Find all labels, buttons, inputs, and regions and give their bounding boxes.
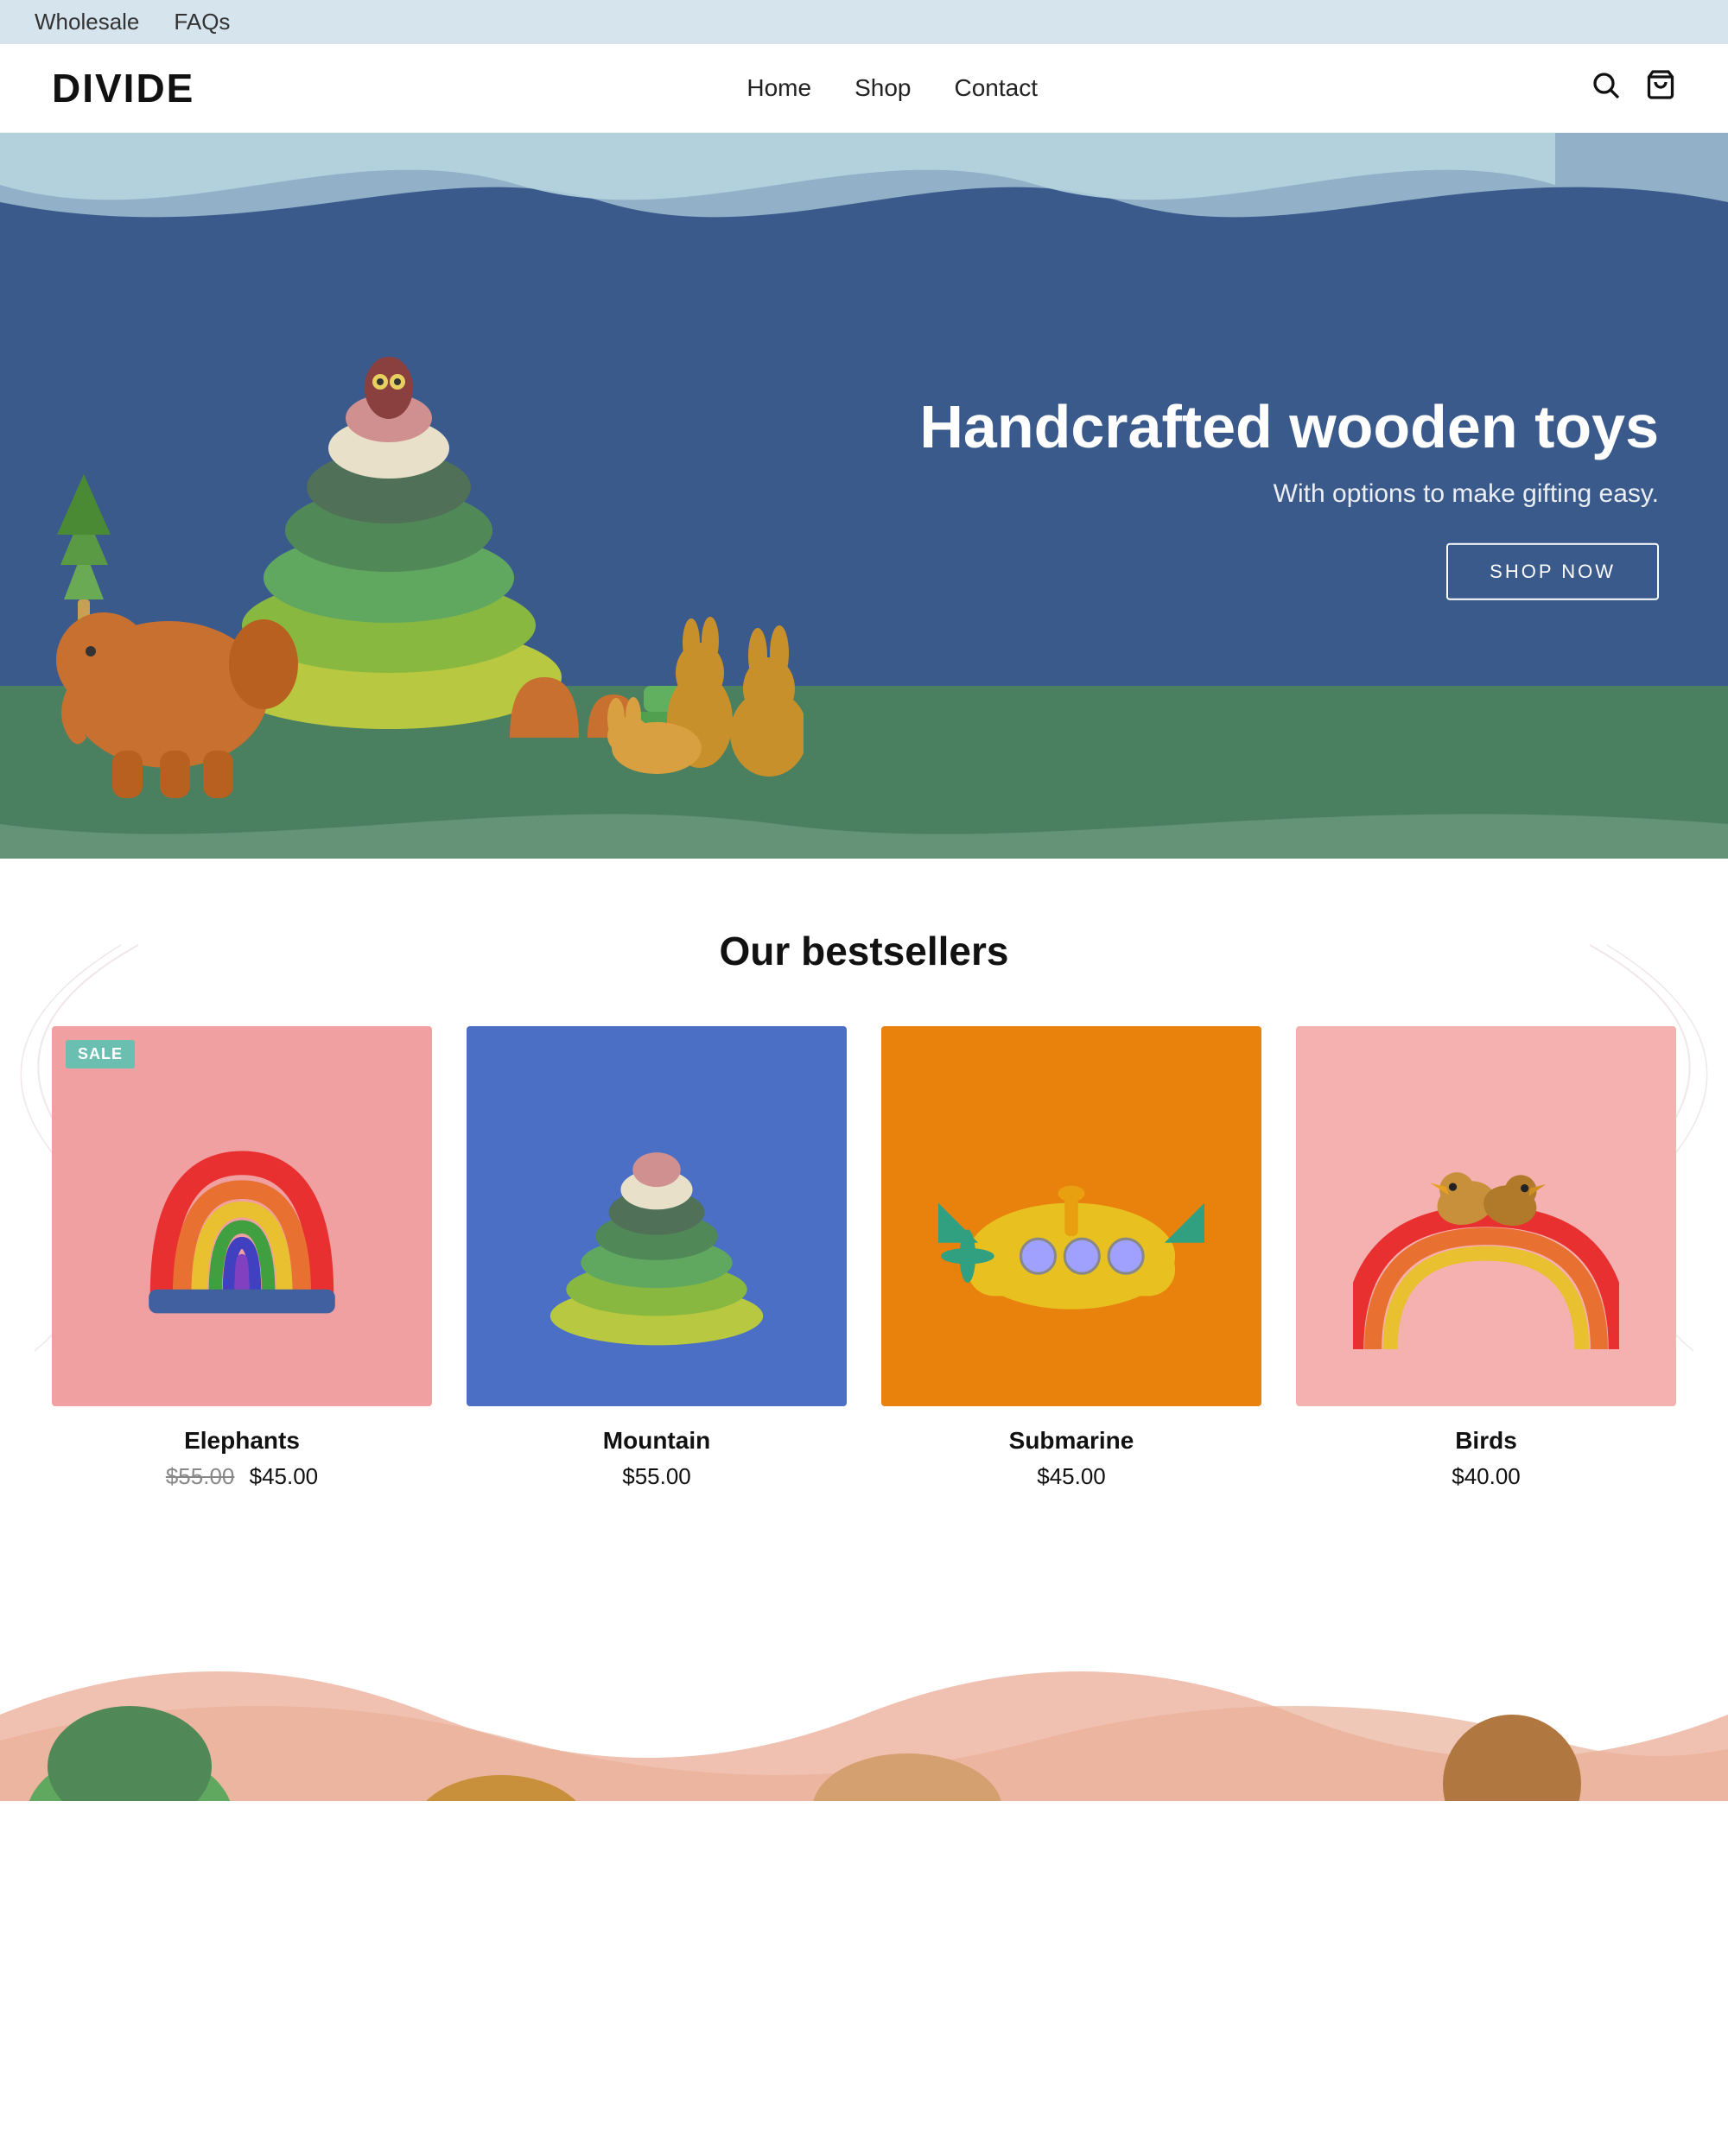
submarine-toy-icon (938, 1083, 1204, 1349)
product-price-submarine: $45.00 (881, 1463, 1261, 1490)
product-name-mountain: Mountain (467, 1427, 847, 1455)
hero-wave-top (0, 133, 1728, 237)
product-image-submarine (881, 1026, 1261, 1406)
sale-badge: SALE (66, 1040, 135, 1068)
price-mountain: $55.00 (622, 1463, 691, 1489)
product-name-birds: Birds (1296, 1427, 1676, 1455)
product-grid: SALE Elephants $55.00 $45.00 (52, 1026, 1676, 1490)
bottom-wave-section (0, 1542, 1728, 1801)
product-image-elephants: SALE (52, 1026, 432, 1406)
hero-illustration (26, 254, 804, 807)
hero-text: Handcrafted wooden toys With options to … (919, 392, 1659, 600)
product-image-birds (1296, 1026, 1676, 1406)
bestsellers-section: Our bestsellers SALE (0, 859, 1728, 1542)
product-image-mountain (467, 1026, 847, 1406)
main-nav: Home Shop Contact (746, 74, 1038, 102)
birds-toy-icon (1353, 1083, 1619, 1349)
product-name-elephants: Elephants (52, 1427, 432, 1455)
bottom-toys-preview (0, 1542, 1728, 1801)
price-original-elephants: $55.00 (166, 1463, 235, 1489)
product-price-mountain: $55.00 (467, 1463, 847, 1490)
top-bar: Wholesale FAQs (0, 0, 1728, 44)
elephants-toy-icon (109, 1083, 375, 1349)
price-submarine: $45.00 (1037, 1463, 1106, 1489)
product-price-birds: $40.00 (1296, 1463, 1676, 1490)
product-price-elephants: $55.00 $45.00 (52, 1463, 432, 1490)
mountain-toy-icon (524, 1083, 790, 1349)
faqs-link[interactable]: FAQs (174, 9, 230, 35)
hero-wave-bottom (0, 789, 1728, 859)
nav-home[interactable]: Home (746, 74, 811, 102)
hero-title: Handcrafted wooden toys (919, 392, 1659, 462)
product-card-birds[interactable]: Birds $40.00 (1296, 1026, 1676, 1490)
product-card-submarine[interactable]: Submarine $45.00 (881, 1026, 1261, 1490)
bestsellers-title: Our bestsellers (52, 928, 1676, 974)
hero-section: Handcrafted wooden toys With options to … (0, 133, 1728, 859)
shop-now-button[interactable]: SHOP NOW (1446, 542, 1659, 599)
nav-shop[interactable]: Shop (854, 74, 911, 102)
wholesale-link[interactable]: Wholesale (35, 9, 139, 35)
price-sale-elephants: $45.00 (250, 1463, 319, 1489)
product-card-elephants[interactable]: SALE Elephants $55.00 $45.00 (52, 1026, 432, 1490)
product-name-submarine: Submarine (881, 1427, 1261, 1455)
hero-subtitle: With options to make gifting easy. (919, 479, 1659, 508)
product-card-mountain[interactable]: Mountain $55.00 (467, 1026, 847, 1490)
cart-icon (1645, 69, 1676, 100)
price-birds: $40.00 (1452, 1463, 1521, 1489)
search-button[interactable] (1590, 69, 1621, 108)
header: DIVIDE Home Shop Contact (0, 44, 1728, 133)
header-icons (1590, 69, 1676, 108)
logo[interactable]: DIVIDE (52, 65, 194, 111)
cart-button[interactable] (1645, 69, 1676, 108)
nav-contact[interactable]: Contact (954, 74, 1038, 102)
search-icon (1590, 69, 1621, 100)
